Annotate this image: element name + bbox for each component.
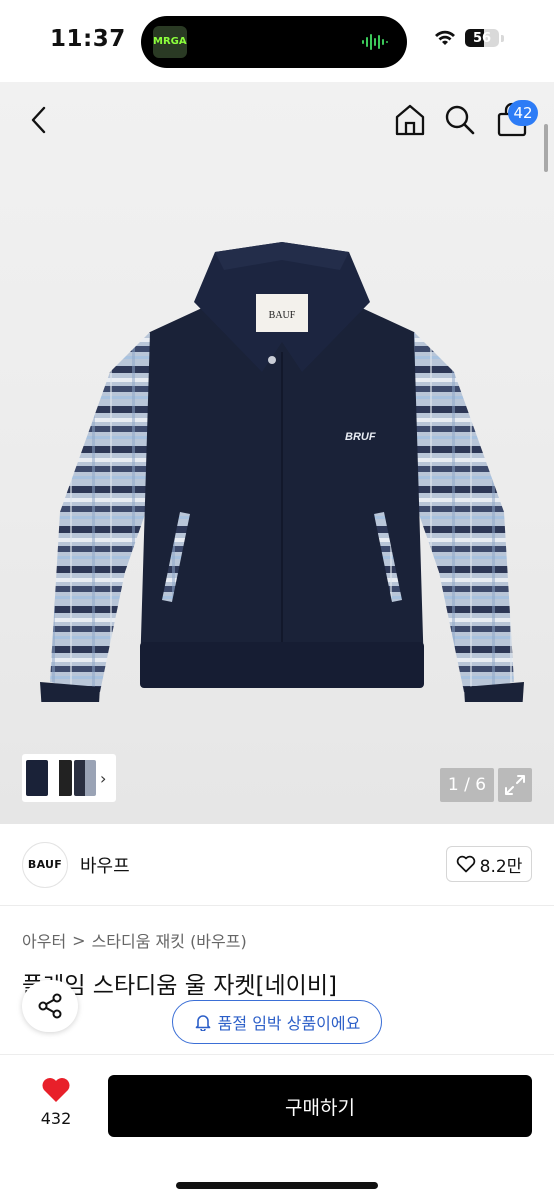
jacket-chest-logo: BRUF <box>345 431 376 443</box>
brand-like-button[interactable]: 8.2만 <box>446 846 532 882</box>
back-icon[interactable] <box>24 104 56 136</box>
brand-like-count: 8.2만 <box>479 856 523 877</box>
brand-row[interactable]: BAUF 바우프 8.2만 <box>0 824 554 906</box>
brand-logo[interactable]: BAUF <box>22 842 68 888</box>
dynamic-island: MRGAE <box>141 16 407 68</box>
thumbnail-1[interactable] <box>26 760 48 796</box>
low-stock-notice[interactable]: 품절 임박 상품이에요 <box>172 1000 382 1044</box>
wishlist-count: 432 <box>40 1109 72 1128</box>
share-button[interactable] <box>22 980 78 1032</box>
bell-icon <box>195 1015 210 1031</box>
search-icon[interactable] <box>444 104 476 136</box>
page-scrollbar[interactable] <box>544 124 548 172</box>
battery-level: 56 <box>472 30 492 46</box>
image-counter: 1 / 6 <box>440 768 494 802</box>
battery-tip <box>501 34 504 42</box>
cart-count-badge: 42 <box>508 100 538 126</box>
wishlist-button[interactable]: 432 <box>30 1077 82 1128</box>
battery-icon: 56 <box>465 29 499 47</box>
now-playing-artwork: MRGAE <box>153 26 187 58</box>
buy-button[interactable]: 구매하기 <box>108 1075 532 1137</box>
audio-wave-icon <box>362 34 388 50</box>
thumbnail-2[interactable] <box>50 760 72 796</box>
expand-icon[interactable] <box>498 768 532 802</box>
status-bar: 11:37 MRGAE 56 <box>0 0 554 82</box>
breadcrumb-separator: > <box>72 930 86 950</box>
thumbnail-strip[interactable]: › <box>22 754 116 802</box>
product-image-jacket: BAUF BRUF <box>40 242 524 702</box>
bottom-action-bar: 432 구매하기 <box>0 1054 554 1200</box>
status-time: 11:37 <box>50 26 126 52</box>
wifi-icon <box>435 30 455 45</box>
thumbnail-next-arrow[interactable]: › <box>100 769 106 788</box>
thumbnail-3[interactable] <box>74 760 96 796</box>
home-icon[interactable] <box>392 102 428 138</box>
brand-name[interactable]: 바우프 <box>80 852 130 878</box>
breadcrumb-category[interactable]: 아우터 <box>22 928 66 952</box>
share-icon <box>38 993 62 1019</box>
product-gallery[interactable]: BAUF BRUF › 1 / 6 <box>0 82 554 824</box>
breadcrumb: 아우터 > 스타디움 재킷 (바우프) <box>22 928 247 952</box>
heart-filled-icon <box>42 1078 70 1102</box>
home-indicator[interactable] <box>176 1182 378 1189</box>
jacket-tag-text: BAUF <box>269 310 296 321</box>
status-right: 56 <box>433 29 504 47</box>
breadcrumb-subcategory[interactable]: 스타디움 재킷 (바우프) <box>92 928 247 952</box>
low-stock-label: 품절 임박 상품이에요 <box>217 1014 361 1033</box>
heart-outline-icon <box>456 855 475 873</box>
